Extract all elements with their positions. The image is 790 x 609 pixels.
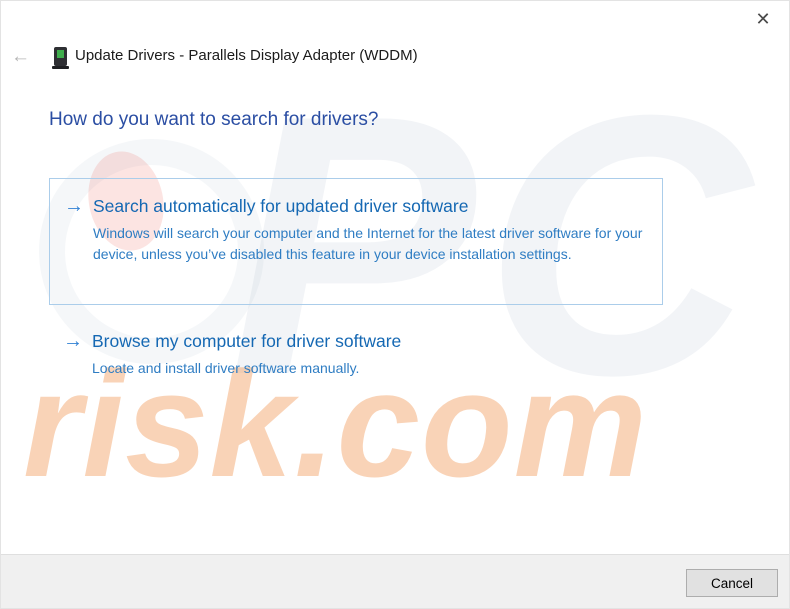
- option-title: Browse my computer for driver software: [92, 329, 401, 353]
- dialog-footer: Cancel: [1, 554, 790, 608]
- arrow-right-icon: →: [64, 194, 93, 218]
- option-description: Locate and install driver software manua…: [92, 358, 648, 379]
- update-drivers-dialog: PC risk.com ✕ ← Update Drivers - Paralle…: [0, 0, 790, 609]
- display-adapter-device-icon: [52, 47, 70, 69]
- arrow-right-icon: →: [63, 329, 92, 353]
- wizard-header: ← Update Drivers - Parallels Display Ada…: [1, 45, 789, 73]
- option-title: Search automatically for updated driver …: [93, 194, 468, 218]
- close-button[interactable]: ✕: [751, 7, 775, 31]
- wizard-title: Update Drivers - Parallels Display Adapt…: [75, 47, 418, 64]
- option-description: Windows will search your computer and th…: [93, 223, 649, 264]
- cancel-button[interactable]: Cancel: [686, 569, 778, 597]
- option-browse-computer[interactable]: → Browse my computer for driver software…: [49, 329, 663, 379]
- back-arrow-icon[interactable]: ←: [11, 46, 30, 68]
- page-heading: How do you want to search for drivers?: [49, 109, 379, 131]
- option-search-automatically[interactable]: → Search automatically for updated drive…: [49, 178, 663, 305]
